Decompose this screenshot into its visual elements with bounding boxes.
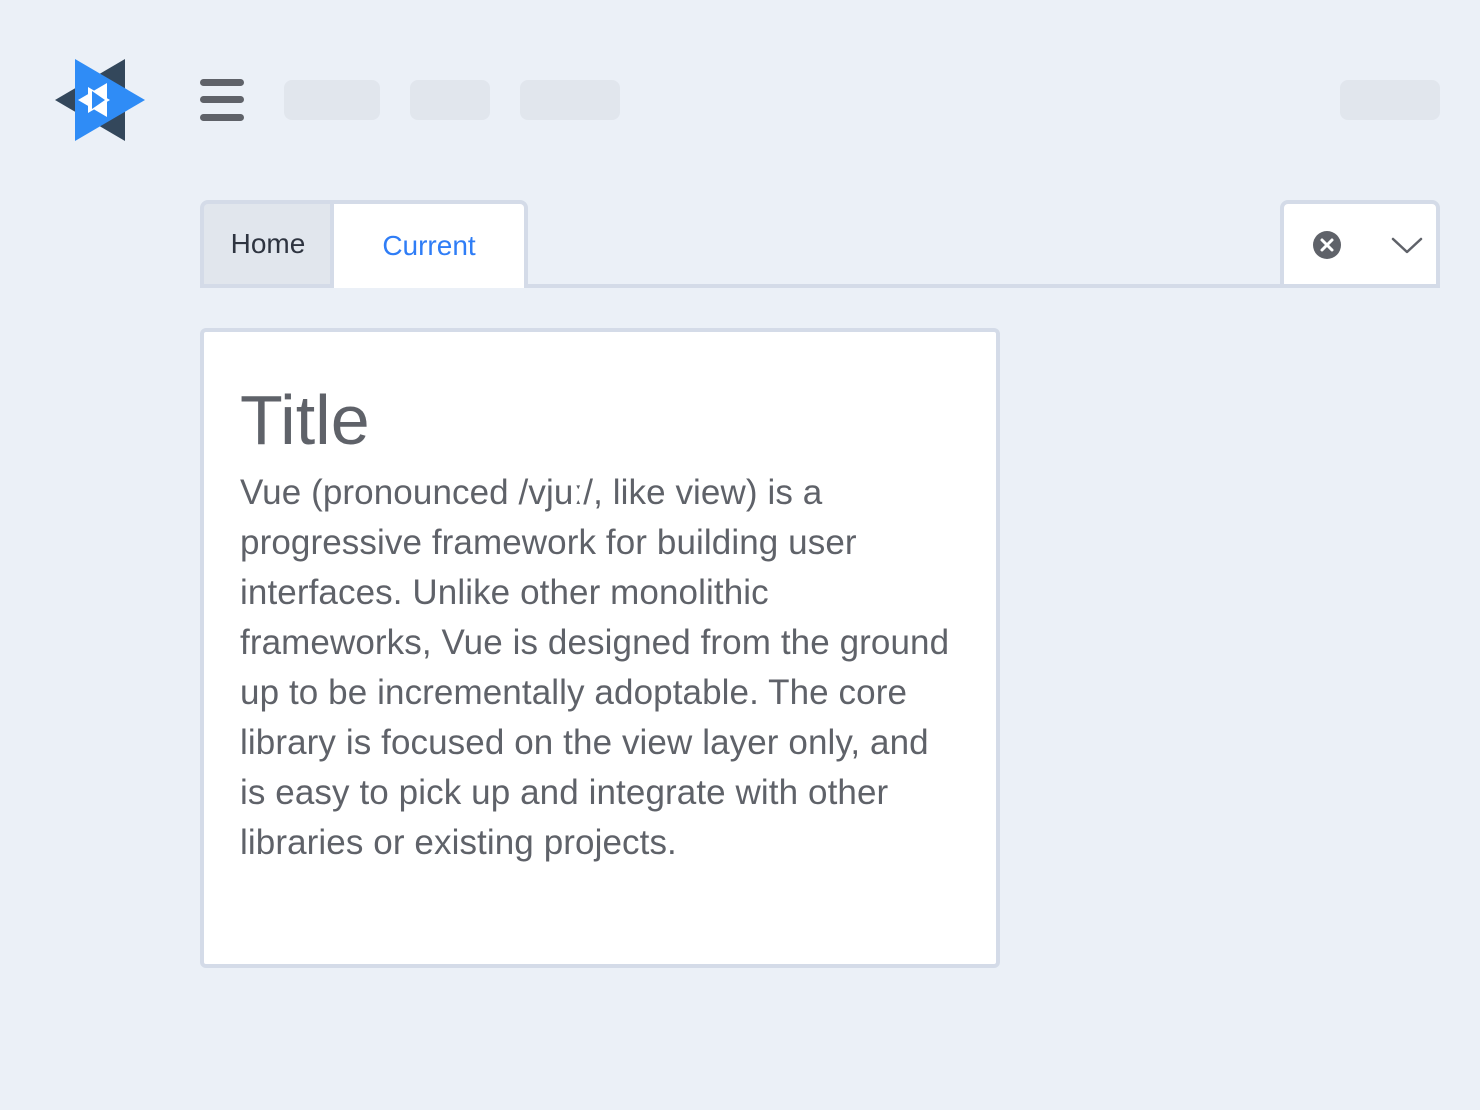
hamburger-line [200,79,244,86]
user-menu-placeholder[interactable] [1340,80,1440,120]
hamburger-line [200,114,244,121]
vue-logo-icon[interactable] [55,59,145,141]
hamburger-menu-icon[interactable] [200,79,244,121]
card-title: Title [240,381,370,459]
tab-current-label: Current [382,230,476,261]
content-card: Title Vue (pronounced /vjuː/, like view)… [200,328,1000,968]
close-circle-icon[interactable] [1312,230,1342,260]
tab-home[interactable]: Home [200,200,332,288]
hamburger-line [200,96,244,103]
card-body-text: Vue (pronounced /vjuː/, like view) is a … [240,473,950,862]
nav-item-placeholder-3[interactable] [520,80,620,120]
chevron-down-icon[interactable] [1390,234,1424,256]
nav-item-placeholder-2[interactable] [410,80,490,120]
tab-actions [1280,200,1440,288]
tab-home-label: Home [230,228,306,259]
tab-current[interactable]: Current [330,200,528,288]
nav-item-placeholder-1[interactable] [284,80,380,120]
